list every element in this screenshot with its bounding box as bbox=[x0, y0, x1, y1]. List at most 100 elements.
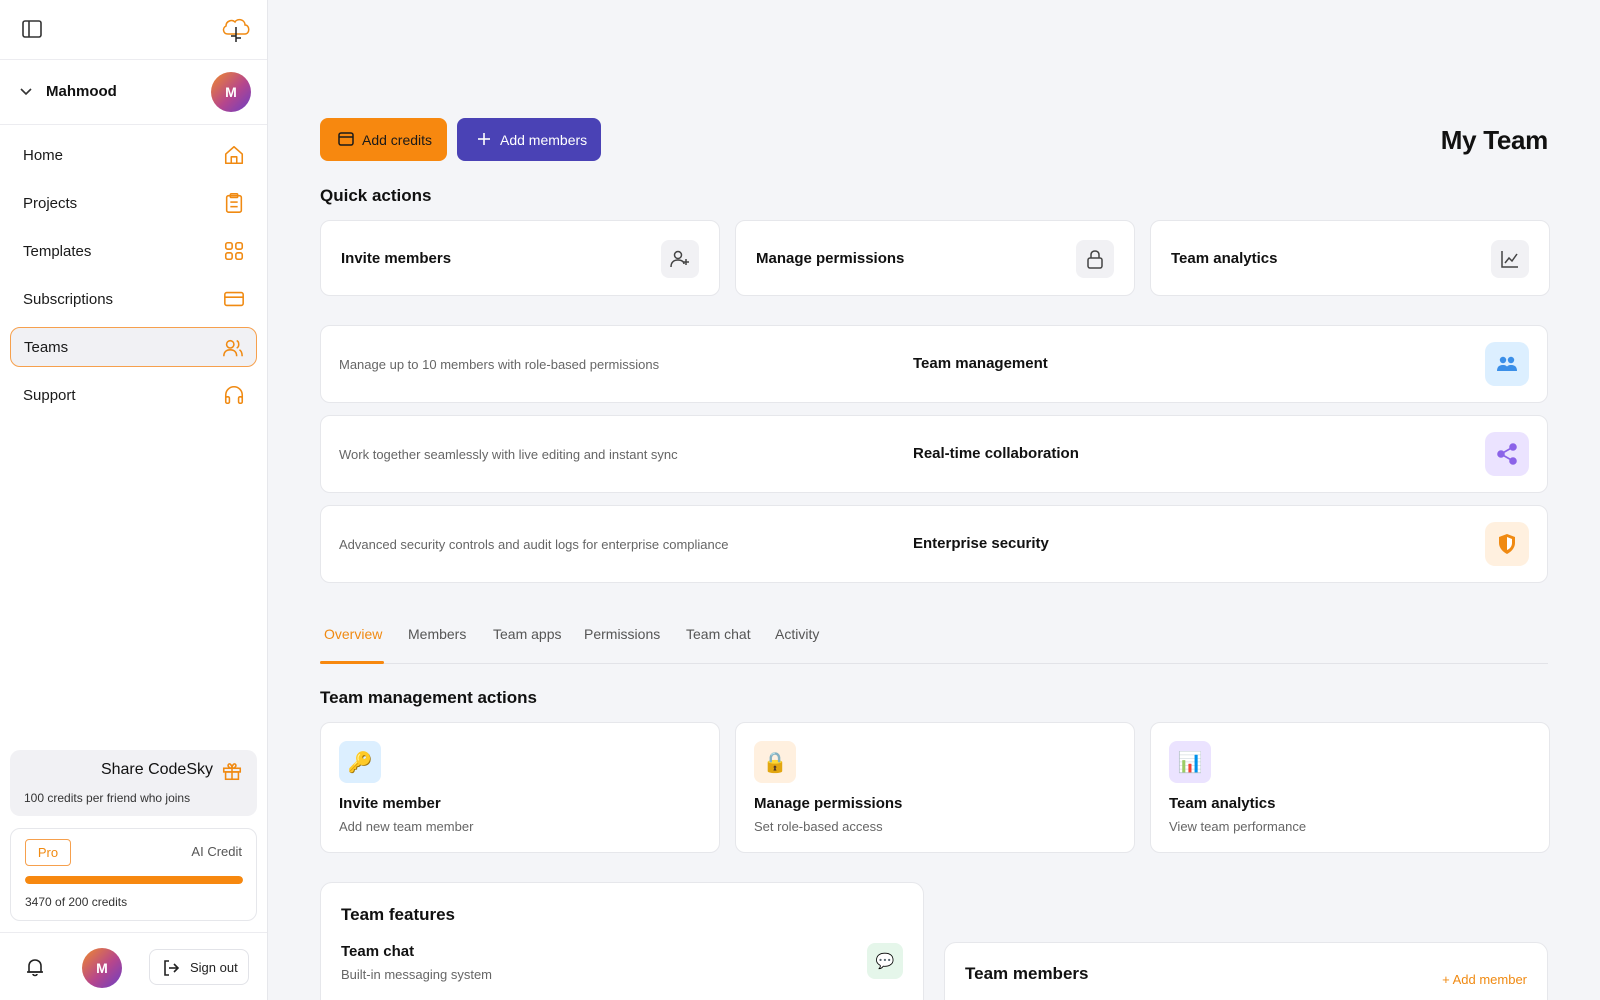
sidebar-item-label: Support bbox=[23, 386, 76, 404]
headphones-icon bbox=[224, 385, 244, 405]
sidebar-item-home[interactable]: Home bbox=[10, 135, 257, 175]
sidebar-footer: M Sign out bbox=[0, 932, 267, 1000]
chevron-down-icon bbox=[20, 88, 32, 96]
feature-description: Work together seamlessly with live editi… bbox=[339, 447, 678, 462]
credit-text: 3470 of 200 credits bbox=[25, 895, 128, 909]
team-features-card: Team features Team chat Built-in messagi… bbox=[320, 882, 924, 1000]
user-switcher[interactable]: Mahmood M bbox=[0, 60, 267, 125]
quick-action-manage-permissions[interactable]: Manage permissions bbox=[735, 220, 1135, 296]
add-members-label: Add members bbox=[500, 131, 588, 148]
credit-card: Pro AI Credit 3470 of 200 credits bbox=[10, 828, 257, 921]
home-icon bbox=[224, 145, 244, 165]
page-title: My Team bbox=[1440, 125, 1549, 155]
share-icon bbox=[1485, 432, 1529, 476]
main-content: Add credits Add members My Team Quick ac… bbox=[320, 0, 1550, 1000]
feature-item-title: Team chat bbox=[341, 943, 415, 960]
action-subtitle: View team performance bbox=[1169, 819, 1307, 834]
feature-team-management[interactable]: Manage up to 10 members with role-based … bbox=[320, 325, 1548, 403]
action-invite-member[interactable]: 🔑 Invite member Add new team member bbox=[320, 722, 720, 853]
sign-out-label: Sign out bbox=[190, 959, 238, 975]
quick-action-team-analytics[interactable]: Team analytics bbox=[1150, 220, 1550, 296]
tab-overview[interactable]: Overview bbox=[324, 626, 382, 642]
sidebar-item-subscriptions[interactable]: Subscriptions bbox=[10, 279, 257, 319]
add-member-link[interactable]: + Add member bbox=[1442, 972, 1527, 987]
team-features-title: Team features bbox=[341, 905, 456, 924]
feature-item-subtitle: Built-in messaging system bbox=[341, 967, 492, 982]
add-credits-button[interactable]: Add credits bbox=[320, 118, 447, 161]
grid-icon bbox=[224, 241, 244, 261]
users-icon bbox=[223, 339, 243, 357]
sidebar-nav: Home Projects Templates Subscriptions Te… bbox=[0, 125, 267, 415]
add-credits-label: Add credits bbox=[362, 131, 433, 148]
tab-activity[interactable]: Activity bbox=[775, 626, 819, 642]
feature-title: Team management bbox=[913, 355, 1048, 372]
lock-icon: 🔒 bbox=[754, 741, 796, 783]
chat-icon[interactable]: 💬 bbox=[867, 943, 903, 979]
plan-badge: Pro bbox=[25, 839, 71, 866]
sidebar: Mahmood M Home Projects Templates Subscr… bbox=[0, 0, 268, 1000]
quick-actions-title: Quick actions bbox=[320, 186, 432, 205]
bell-icon[interactable] bbox=[25, 957, 45, 977]
active-tab-indicator bbox=[320, 661, 384, 664]
sign-out-button[interactable]: Sign out bbox=[149, 949, 249, 985]
cloud-logo-icon[interactable] bbox=[220, 14, 252, 44]
sidebar-item-label: Teams bbox=[24, 338, 69, 356]
clipboard-icon bbox=[225, 193, 243, 213]
shield-icon bbox=[1485, 522, 1529, 566]
ai-credit-label: AI Credit bbox=[191, 844, 242, 859]
card-icon bbox=[224, 291, 244, 307]
action-title: Invite member bbox=[339, 795, 441, 812]
tab-bar: Overview Members Team apps Permissions T… bbox=[320, 620, 1548, 664]
sidebar-header bbox=[0, 0, 267, 60]
feature-title: Enterprise security bbox=[913, 535, 1049, 552]
action-team-analytics[interactable]: 📊 Team analytics View team performance bbox=[1150, 722, 1550, 853]
chart-line-icon bbox=[1491, 240, 1529, 278]
feature-description: Manage up to 10 members with role-based … bbox=[339, 357, 660, 372]
sidebar-item-projects[interactable]: Projects bbox=[10, 183, 257, 223]
tab-members[interactable]: Members bbox=[408, 626, 466, 642]
tab-team-apps[interactable]: Team apps bbox=[493, 626, 561, 642]
avatar[interactable]: M bbox=[211, 72, 251, 112]
sidebar-toggle-icon[interactable] bbox=[22, 20, 42, 38]
plus-icon bbox=[478, 133, 490, 145]
feature-description: Advanced security controls and audit log… bbox=[339, 537, 729, 552]
tab-permissions[interactable]: Permissions bbox=[584, 626, 660, 642]
gift-icon bbox=[222, 763, 242, 781]
feature-enterprise-security[interactable]: Advanced security controls and audit log… bbox=[320, 505, 1548, 583]
sidebar-item-label: Subscriptions bbox=[23, 290, 114, 308]
users-icon bbox=[1485, 342, 1529, 386]
team-members-title: Team members bbox=[965, 964, 1089, 983]
quick-action-label: Invite members bbox=[341, 250, 452, 267]
action-title: Team analytics bbox=[1169, 795, 1276, 812]
team-members-card: Team members + Add member bbox=[944, 942, 1548, 1000]
sidebar-item-templates[interactable]: Templates bbox=[10, 231, 257, 271]
quick-action-label: Manage permissions bbox=[756, 250, 905, 267]
sidebar-item-label: Projects bbox=[23, 194, 78, 212]
lock-icon bbox=[1076, 240, 1114, 278]
share-title: Share CodeSky bbox=[100, 761, 213, 778]
credit-progress-bar bbox=[25, 876, 243, 884]
action-manage-permissions[interactable]: 🔒 Manage permissions Set role-based acce… bbox=[735, 722, 1135, 853]
quick-action-label: Team analytics bbox=[1171, 250, 1278, 267]
quick-action-invite-members[interactable]: Invite members bbox=[320, 220, 720, 296]
tab-team-chat[interactable]: Team chat bbox=[686, 626, 751, 642]
team-management-actions-title: Team management actions bbox=[320, 688, 537, 707]
action-title: Manage permissions bbox=[754, 795, 903, 812]
action-subtitle: Set role-based access bbox=[754, 819, 883, 834]
credit-progress-fill bbox=[25, 876, 243, 884]
avatar[interactable]: M bbox=[82, 948, 122, 988]
sidebar-item-label: Templates bbox=[23, 242, 92, 260]
user-plus-icon bbox=[661, 240, 699, 278]
card-icon bbox=[338, 132, 354, 146]
user-name: Mahmood bbox=[46, 83, 117, 100]
key-icon: 🔑 bbox=[339, 741, 381, 783]
sidebar-item-support[interactable]: Support bbox=[10, 375, 257, 415]
sidebar-item-label: Home bbox=[23, 146, 64, 164]
feature-title: Real-time collaboration bbox=[913, 445, 1079, 462]
action-subtitle: Add new team member bbox=[339, 819, 474, 834]
sidebar-item-teams[interactable]: Teams bbox=[10, 327, 257, 367]
share-card[interactable]: Share CodeSky 100 credits per friend who… bbox=[10, 750, 257, 816]
add-members-button[interactable]: Add members bbox=[457, 118, 601, 161]
share-subtitle: 100 credits per friend who joins bbox=[24, 791, 191, 805]
feature-real-time-collaboration[interactable]: Work together seamlessly with live editi… bbox=[320, 415, 1548, 493]
